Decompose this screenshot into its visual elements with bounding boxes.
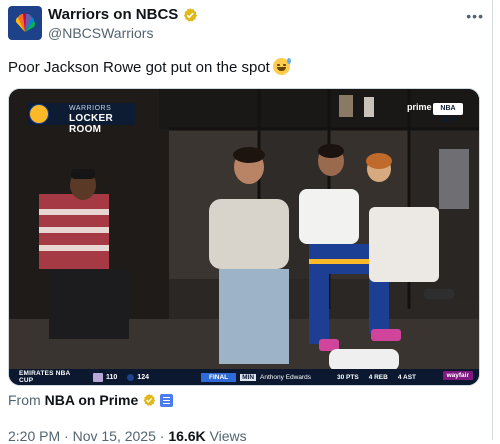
player-name: Anthony Edwards	[260, 373, 311, 381]
final-label: FINAL	[200, 372, 237, 382]
warriors-logo-icon	[29, 104, 49, 124]
scorebar: EMIRATES NBA CUP 110 124 FINAL MIN Antho…	[9, 369, 479, 385]
more-options-button[interactable]: •••	[466, 8, 484, 24]
scorebar-team1: 110	[93, 372, 118, 382]
sweat-smile-emoji-icon	[272, 58, 291, 75]
locker-room-top-label: WARRIORS	[69, 105, 112, 112]
views-count: 16.6K	[168, 428, 206, 444]
views-label: Views	[209, 428, 247, 444]
source-name-link[interactable]: NBA on Prime	[45, 392, 139, 408]
tweet-video[interactable]: WARRIORS LOCKER ROOM prime NBA CUP EMIRA…	[8, 88, 480, 386]
min-tag: MIN	[240, 373, 257, 381]
prime-wordmark: prime	[407, 102, 432, 112]
stat-pts: 30 PTS	[337, 373, 359, 381]
tweet-body: Poor Jackson Rowe got put on the spot	[8, 59, 270, 76]
team1-score: 110	[106, 373, 118, 381]
timestamp[interactable]: 2:20 PM · Nov 15, 2025 ·	[8, 428, 164, 444]
nba-cup-tag: NBA CUP	[433, 103, 463, 124]
wayfair-sponsor: wayfair	[442, 371, 473, 380]
nbc-peacock-logo	[15, 13, 35, 33]
display-name[interactable]: Warriors on NBCS	[48, 6, 178, 23]
avatar[interactable]	[8, 6, 42, 40]
scorebar-cup-label: EMIRATES NBA CUP	[19, 370, 71, 384]
verified-badge-icon	[143, 393, 156, 406]
tweet-meta: 2:20 PM · Nov 15, 2025 · 16.6K Views	[8, 428, 247, 444]
verified-badge-icon	[184, 7, 198, 22]
team1-logo-icon	[93, 372, 103, 382]
source-attribution: From NBA on Prime	[8, 392, 174, 408]
team2-logo-icon	[127, 373, 135, 381]
user-handle[interactable]: @NBCSWarriors	[48, 25, 153, 41]
tweet-header: Warriors on NBCS @NBCSWarriors •••	[8, 4, 492, 44]
tweet-text: Poor Jackson Rowe got put on the spot	[8, 58, 291, 78]
stat-ast: 4 AST	[397, 373, 417, 381]
team2-score: 124	[137, 373, 149, 381]
locker-room-label: LOCKER ROOM	[69, 113, 114, 135]
scorebar-team2: 124	[127, 373, 149, 381]
locker-room-bug: WARRIORS LOCKER ROOM	[27, 103, 135, 135]
prime-bug: prime NBA CUP	[407, 99, 465, 124]
stat-reb: 4 REB	[368, 373, 388, 381]
source-prefix: From	[8, 392, 41, 408]
affiliate-badge-icon	[160, 393, 174, 407]
timeline-border	[492, 0, 493, 440]
